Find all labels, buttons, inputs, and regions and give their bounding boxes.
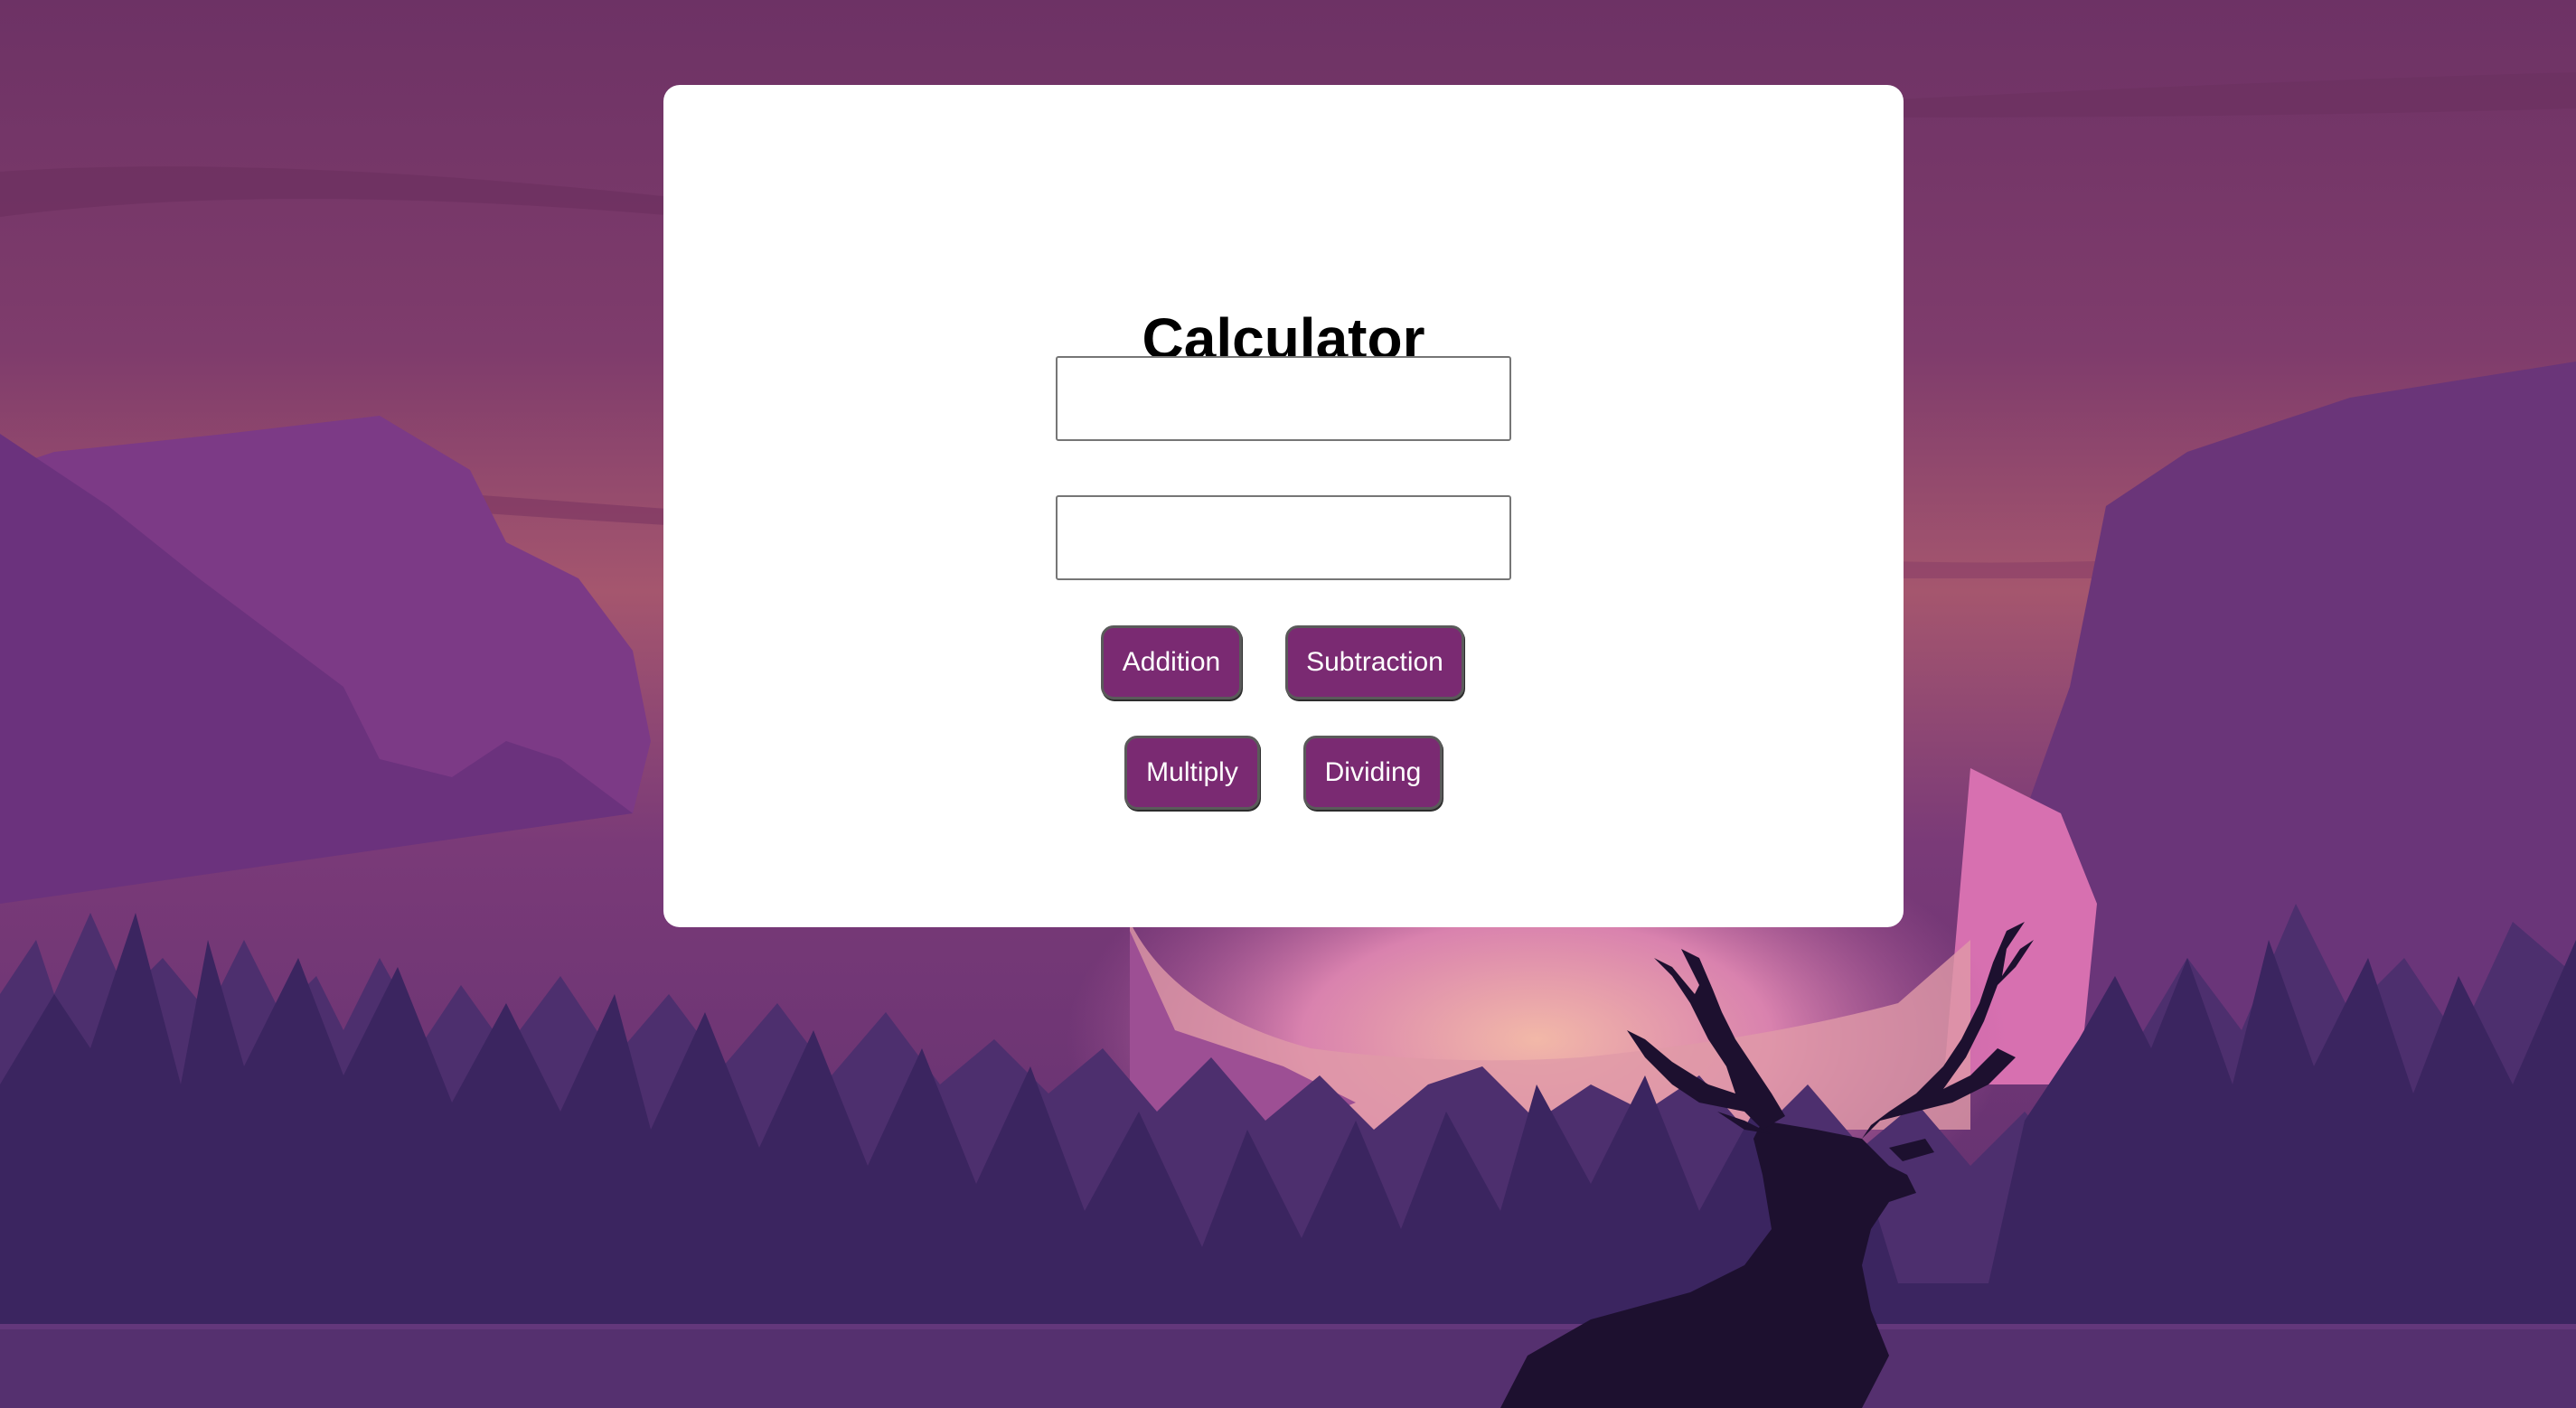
first-number-input[interactable] <box>1056 356 1511 441</box>
second-number-input[interactable] <box>1056 495 1511 580</box>
multiply-button[interactable]: Multiply <box>1124 736 1260 810</box>
calculator-card: Calculator Addition Subtraction Multiply… <box>663 85 1904 927</box>
subtraction-button[interactable]: Subtraction <box>1285 625 1464 699</box>
addition-button[interactable]: Addition <box>1101 625 1242 699</box>
dividing-button[interactable]: Dividing <box>1303 736 1443 810</box>
